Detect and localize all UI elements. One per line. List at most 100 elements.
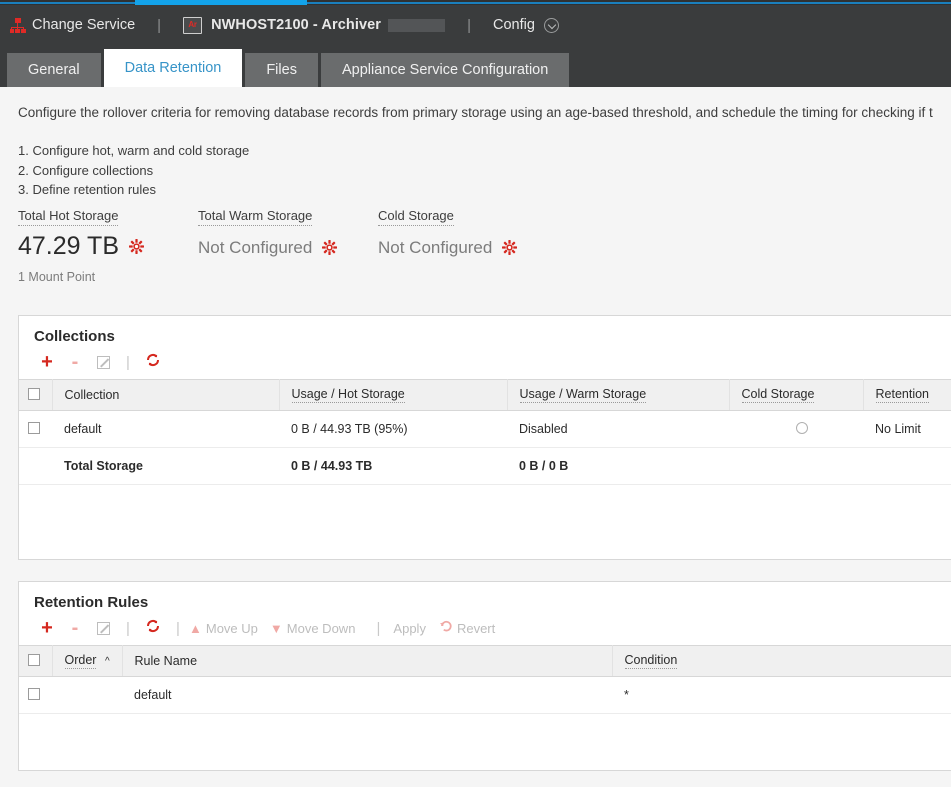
steps-list: 1. Configure hot, warm and cold storage … bbox=[18, 141, 249, 200]
column-label: Cold Storage bbox=[742, 387, 815, 403]
cell-cold-storage bbox=[729, 411, 863, 448]
collections-toolbar: + - | bbox=[19, 345, 951, 379]
column-header-usage-hot-storage[interactable]: Usage / Hot Storage bbox=[279, 380, 507, 411]
total-warm-storage-label: Total Warm Storage bbox=[198, 208, 312, 226]
storage-block-hot: Total Hot Storage 47.29 TB bbox=[18, 207, 144, 284]
column-label: Order bbox=[65, 653, 97, 669]
redacted-block bbox=[388, 19, 445, 32]
edit-collection-button[interactable] bbox=[89, 349, 117, 375]
cell-usage-warm-storage: Disabled bbox=[507, 411, 729, 448]
service-title-group: Ar NWHOST2100 - Archiver bbox=[183, 17, 445, 34]
sitemap-icon bbox=[10, 18, 25, 32]
config-menu-button[interactable]: Config bbox=[493, 17, 559, 33]
gear-icon[interactable] bbox=[129, 239, 144, 254]
select-all-header bbox=[19, 646, 52, 677]
plus-icon: + bbox=[41, 618, 53, 638]
app-header-bar: Change Service | Ar NWHOST2100 - Archive… bbox=[0, 5, 951, 45]
storage-block-cold: Cold Storage Not Configured bbox=[378, 207, 517, 256]
gear-icon[interactable] bbox=[322, 240, 337, 255]
remove-collection-button[interactable]: - bbox=[61, 349, 89, 375]
select-all-checkbox[interactable] bbox=[28, 654, 40, 666]
refresh-collections-button[interactable] bbox=[139, 349, 167, 375]
column-header-cold-storage[interactable]: Cold Storage bbox=[729, 380, 863, 411]
cold-storage-label: Cold Storage bbox=[378, 208, 454, 226]
plus-icon: + bbox=[41, 352, 53, 372]
row-checkbox[interactable] bbox=[28, 422, 40, 434]
retention-rules-table: Order ^ Rule Name Condition bbox=[19, 645, 951, 714]
config-label: Config bbox=[493, 17, 535, 33]
header-divider-1: | bbox=[157, 17, 161, 34]
column-label: Usage / Warm Storage bbox=[520, 387, 647, 403]
chevron-down-icon[interactable] bbox=[544, 18, 559, 33]
table-row[interactable]: default 0 B / 44.93 TB (95%) Disabled No… bbox=[19, 411, 951, 448]
refresh-rules-button[interactable] bbox=[139, 615, 167, 641]
revert-icon bbox=[438, 619, 453, 638]
arrow-up-icon: ▲ bbox=[189, 622, 202, 635]
total-storage-cold bbox=[729, 448, 863, 485]
step-item: 1. Configure hot, warm and cold storage bbox=[18, 141, 249, 161]
cell-condition: * bbox=[612, 677, 951, 714]
column-header-rule-name[interactable]: Rule Name bbox=[122, 646, 612, 677]
column-header-condition[interactable]: Condition bbox=[612, 646, 951, 677]
revert-button[interactable]: Revert bbox=[438, 615, 507, 641]
cell-usage-hot-storage: 0 B / 44.93 TB (95%) bbox=[279, 411, 507, 448]
cold-storage-value: Not Configured bbox=[378, 239, 492, 256]
column-header-retention[interactable]: Retention bbox=[863, 380, 951, 411]
total-storage-retention bbox=[863, 448, 951, 485]
add-rule-button[interactable]: + bbox=[33, 615, 61, 641]
select-all-header bbox=[19, 380, 52, 411]
tab-files[interactable]: Files bbox=[245, 53, 318, 87]
row-checkbox[interactable] bbox=[28, 688, 40, 700]
total-storage-row: Total Storage 0 B / 44.93 TB 0 B / 0 B bbox=[19, 448, 951, 485]
sort-ascending-icon: ^ bbox=[105, 656, 110, 667]
tab-bar: General Data Retention Files Appliance S… bbox=[0, 45, 951, 87]
row-select-cell bbox=[19, 677, 52, 714]
cold-storage-radio[interactable] bbox=[796, 422, 808, 434]
row-select-cell bbox=[19, 411, 52, 448]
retention-rules-title: Retention Rules bbox=[19, 582, 951, 611]
move-down-button[interactable]: ▼ Move Down bbox=[270, 615, 368, 641]
revert-label: Revert bbox=[457, 621, 495, 636]
move-up-button[interactable]: ▲ Move Up bbox=[189, 615, 270, 641]
retention-rules-toolbar: + - | | ▲ bbox=[19, 611, 951, 645]
edit-rule-button[interactable] bbox=[89, 615, 117, 641]
tab-appliance-service-configuration[interactable]: Appliance Service Configuration bbox=[321, 53, 569, 87]
host-service-title: NWHOST2100 - Archiver bbox=[211, 17, 381, 33]
apply-label: Apply bbox=[393, 621, 426, 636]
page-description: Configure the rollover criteria for remo… bbox=[18, 105, 951, 120]
cell-order bbox=[52, 677, 122, 714]
mount-point-count: 1 Mount Point bbox=[18, 270, 144, 284]
refresh-icon bbox=[145, 352, 161, 373]
cell-collection-name: default bbox=[52, 411, 279, 448]
total-row-spacer bbox=[19, 448, 52, 485]
retention-rules-header-row: Order ^ Rule Name Condition bbox=[19, 646, 951, 677]
column-label: Retention bbox=[876, 387, 930, 403]
total-hot-storage-label: Total Hot Storage bbox=[18, 208, 118, 226]
remove-rule-button[interactable]: - bbox=[61, 615, 89, 641]
column-header-usage-warm-storage[interactable]: Usage / Warm Storage bbox=[507, 380, 729, 411]
total-warm-storage-value: Not Configured bbox=[198, 239, 312, 256]
change-service-button[interactable]: Change Service bbox=[10, 17, 135, 33]
total-storage-warm: 0 B / 0 B bbox=[507, 448, 729, 485]
tab-data-retention[interactable]: Data Retention bbox=[104, 49, 243, 87]
total-storage-label: Total Storage bbox=[52, 448, 279, 485]
toolbar-separator: | bbox=[367, 620, 389, 637]
minus-icon: - bbox=[72, 352, 79, 372]
toolbar-separator: | bbox=[117, 354, 139, 371]
select-all-checkbox[interactable] bbox=[28, 388, 40, 400]
main-content: Configure the rollover criteria for remo… bbox=[0, 87, 951, 787]
edit-icon bbox=[97, 622, 110, 635]
minus-icon: - bbox=[72, 618, 79, 638]
gear-icon[interactable] bbox=[502, 240, 517, 255]
column-header-order[interactable]: Order ^ bbox=[52, 646, 122, 677]
edit-icon bbox=[97, 356, 110, 369]
storage-block-warm: Total Warm Storage Not Configured bbox=[198, 207, 337, 256]
step-item: 2. Configure collections bbox=[18, 161, 249, 181]
add-collection-button[interactable]: + bbox=[33, 349, 61, 375]
tab-general[interactable]: General bbox=[7, 53, 101, 87]
column-header-collection[interactable]: Collection bbox=[52, 380, 279, 411]
collections-header-row: Collection Usage / Hot Storage Usage / W… bbox=[19, 380, 951, 411]
table-row[interactable]: default * bbox=[19, 677, 951, 714]
total-hot-storage-value: 47.29 TB bbox=[18, 234, 119, 259]
apply-button[interactable]: Apply bbox=[389, 615, 438, 641]
